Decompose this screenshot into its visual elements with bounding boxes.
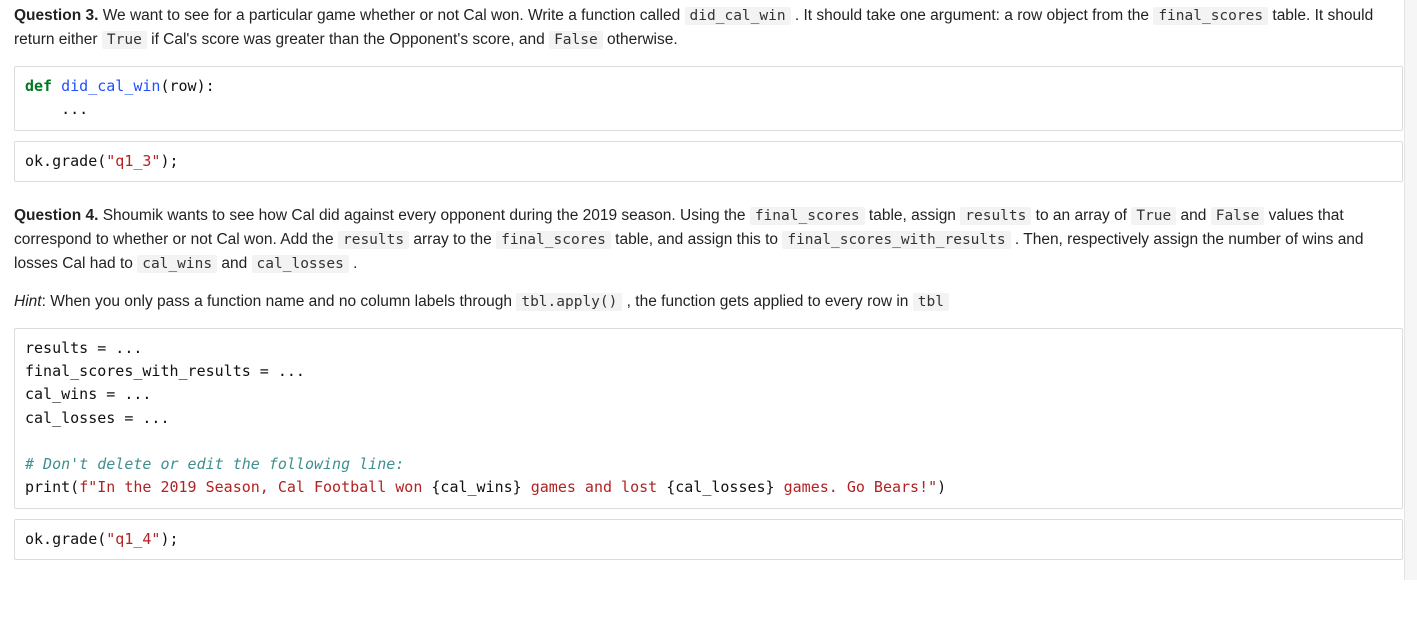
token-string: "q1_3" bbox=[106, 152, 160, 170]
hint-c2: tbl bbox=[913, 293, 949, 311]
q4-t4: and bbox=[1176, 207, 1210, 224]
question-4-prompt: Question 4. Shoumik wants to see how Cal… bbox=[14, 204, 1403, 276]
q4-c3: True bbox=[1131, 207, 1176, 225]
q4-t1: Shoumik wants to see how Cal did against… bbox=[98, 207, 749, 224]
q4-c4: False bbox=[1211, 207, 1265, 225]
c3-fstr-a: f"In the 2019 Season, Cal Football won bbox=[79, 478, 431, 496]
token-def-keyword: def bbox=[25, 77, 52, 95]
scrollbar-track[interactable] bbox=[1404, 0, 1417, 580]
token-space bbox=[52, 77, 61, 95]
q4-t2: table, assign bbox=[865, 207, 961, 224]
code-line-ellipsis: ... bbox=[25, 100, 88, 118]
code-cell-grade-q1-4[interactable]: ok.grade("q1_4"); bbox=[14, 519, 1403, 560]
q3-code-table: final_scores bbox=[1153, 7, 1268, 25]
q3-text-e: otherwise. bbox=[603, 31, 678, 48]
q4-c2: results bbox=[960, 207, 1031, 225]
token-call-suffix: ); bbox=[160, 152, 178, 170]
question-4-label: Question 4. bbox=[14, 207, 98, 224]
q4-t6: array to the bbox=[409, 231, 496, 248]
c3-comment: # Don't delete or edit the following lin… bbox=[25, 455, 404, 473]
c3-l2: final_scores_with_results = ... bbox=[25, 362, 305, 380]
notebook-page: Question 3. We want to see for a particu… bbox=[0, 0, 1417, 580]
c3-l4: cal_losses = ... bbox=[25, 409, 170, 427]
q3-text-a: We want to see for a particular game whe… bbox=[98, 7, 684, 24]
token-sig-rest: (row): bbox=[160, 77, 214, 95]
token-call-prefix: ok.grade( bbox=[25, 152, 106, 170]
question-4-hint: Hint: When you only pass a function name… bbox=[14, 290, 1403, 314]
q3-text-d: if Cal's score was greater than the Oppo… bbox=[147, 31, 549, 48]
hint-label: Hint bbox=[14, 293, 42, 310]
q4-c7: final_scores_with_results bbox=[782, 231, 1010, 249]
token-fn-name: did_cal_win bbox=[61, 77, 160, 95]
q3-code-true: True bbox=[102, 31, 147, 49]
c3-expr1: {cal_wins} bbox=[431, 478, 521, 496]
code-cell-q3[interactable]: def did_cal_win(row): ... bbox=[14, 66, 1403, 131]
hint-t1: : When you only pass a function name and… bbox=[42, 293, 517, 310]
hint-t2: , the function gets applied to every row… bbox=[622, 293, 912, 310]
token-call-prefix: ok.grade( bbox=[25, 530, 106, 548]
q3-code-false: False bbox=[549, 31, 603, 49]
q4-c9: cal_losses bbox=[252, 255, 349, 273]
c3-l1: results = ... bbox=[25, 339, 142, 357]
c3-expr2: {cal_losses} bbox=[666, 478, 774, 496]
q4-c1: final_scores bbox=[750, 207, 865, 225]
q4-t7: table, and assign this to bbox=[611, 231, 782, 248]
c3-fstr-c: games. Go Bears!" bbox=[775, 478, 938, 496]
question-3-label: Question 3. bbox=[14, 7, 98, 24]
hint-c1: tbl.apply() bbox=[516, 293, 622, 311]
q4-t9: and bbox=[217, 255, 251, 272]
q4-c5: results bbox=[338, 231, 409, 249]
c3-l3: cal_wins = ... bbox=[25, 385, 151, 403]
token-string: "q1_4" bbox=[106, 530, 160, 548]
q3-text-b: . It should take one argument: a row obj… bbox=[791, 7, 1154, 24]
q4-c8: cal_wins bbox=[137, 255, 217, 273]
code-cell-q4[interactable]: results = ... final_scores_with_results … bbox=[14, 328, 1403, 509]
q4-t3: to an array of bbox=[1031, 207, 1131, 224]
c3-print-prefix: print( bbox=[25, 478, 79, 496]
c3-print-suffix: ) bbox=[937, 478, 946, 496]
c3-fstr-b: games and lost bbox=[522, 478, 667, 496]
q4-t10: . bbox=[349, 255, 358, 272]
code-cell-grade-q1-3[interactable]: ok.grade("q1_3"); bbox=[14, 141, 1403, 182]
token-call-suffix: ); bbox=[160, 530, 178, 548]
q4-c6: final_scores bbox=[496, 231, 611, 249]
question-3-prompt: Question 3. We want to see for a particu… bbox=[14, 4, 1403, 52]
q3-code-fn: did_cal_win bbox=[685, 7, 791, 25]
